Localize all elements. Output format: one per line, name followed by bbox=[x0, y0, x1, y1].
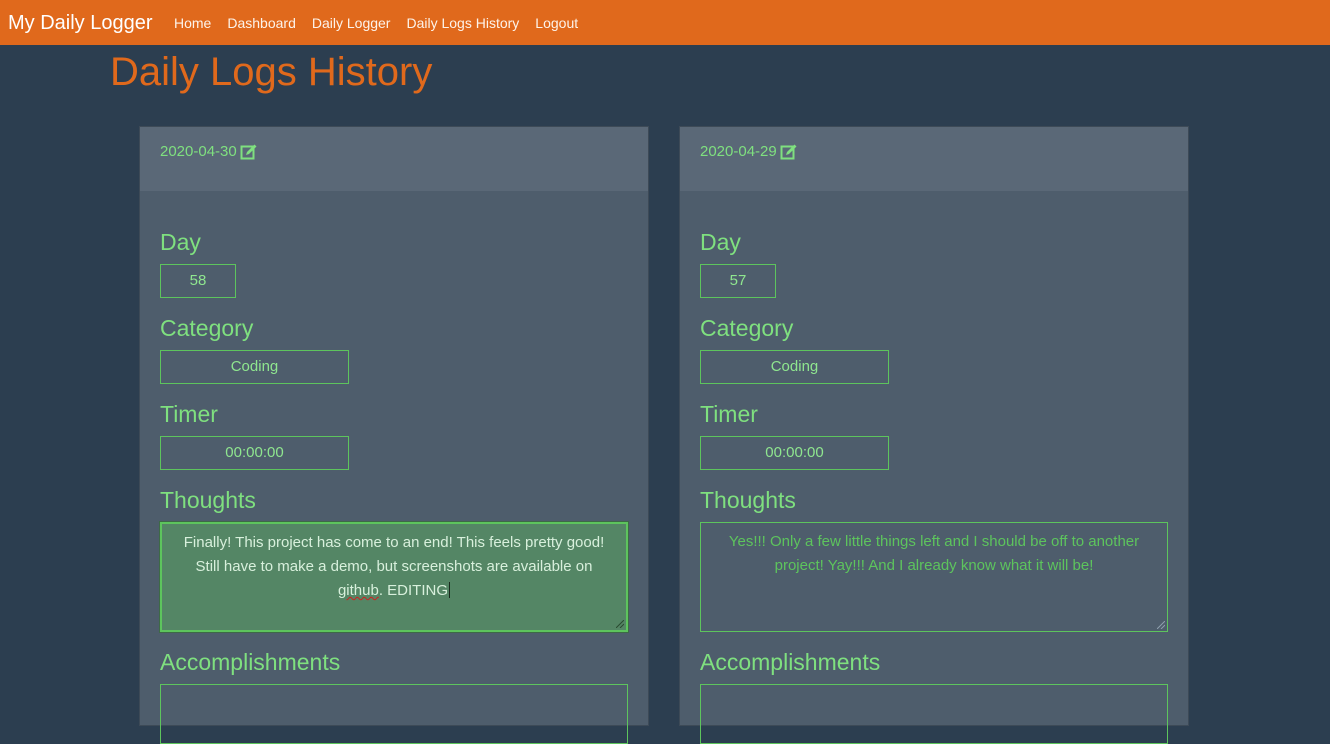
timer-field[interactable]: 00:00:00 bbox=[700, 436, 889, 470]
category-field[interactable]: Coding bbox=[700, 350, 889, 384]
thoughts-textarea[interactable]: Finally! This project has come to an end… bbox=[160, 522, 628, 632]
navbar: My Daily Logger Home Dashboard Daily Log… bbox=[0, 0, 1330, 45]
resize-handle-icon[interactable] bbox=[616, 620, 624, 628]
category-field[interactable]: Coding bbox=[160, 350, 349, 384]
log-card-header: 2020-04-29 bbox=[680, 127, 1188, 191]
category-label: Category bbox=[700, 315, 794, 341]
thoughts-text: Yes!!! Only a few little things left and… bbox=[728, 533, 1140, 574]
day-label: Day bbox=[700, 229, 741, 255]
log-date-text: 2020-04-29 bbox=[700, 143, 777, 160]
log-date: 2020-04-30 bbox=[160, 143, 258, 161]
accomplishments-textarea[interactable] bbox=[700, 684, 1168, 744]
text-caret bbox=[449, 582, 451, 598]
timer-label: Timer bbox=[700, 401, 758, 427]
thoughts-misspelled-word: github bbox=[337, 582, 379, 599]
thoughts-textarea[interactable]: Yes!!! Only a few little things left and… bbox=[700, 522, 1168, 632]
edit-icon[interactable] bbox=[780, 143, 798, 161]
day-field[interactable]: 57 bbox=[700, 264, 776, 298]
nav-link-daily-logs-history[interactable]: Daily Logs History bbox=[406, 14, 519, 32]
log-card: 2020-04-29 Day 57 Category Coding Timer … bbox=[679, 126, 1189, 744]
accomplishments-textarea[interactable] bbox=[160, 684, 628, 744]
nav-link-home[interactable]: Home bbox=[174, 14, 211, 32]
timer-field[interactable]: 00:00:00 bbox=[160, 436, 349, 470]
resize-handle-icon[interactable] bbox=[1157, 621, 1165, 629]
thoughts-tail: . EDITING bbox=[378, 582, 449, 599]
edit-icon[interactable] bbox=[240, 143, 258, 161]
nav-link-dashboard[interactable]: Dashboard bbox=[227, 14, 296, 32]
nav-links: Home Dashboard Daily Logger Daily Logs H… bbox=[174, 14, 578, 32]
day-field[interactable]: 58 bbox=[160, 264, 236, 298]
log-date-text: 2020-04-30 bbox=[160, 143, 237, 160]
log-date: 2020-04-29 bbox=[700, 143, 798, 161]
thoughts-label: Thoughts bbox=[700, 487, 796, 513]
brand-link[interactable]: My Daily Logger bbox=[8, 11, 153, 35]
timer-label: Timer bbox=[160, 401, 218, 427]
thoughts-text: Finally! This project has come to an end… bbox=[183, 534, 605, 575]
log-card: 2020-04-30 Day 58 Category Coding Timer … bbox=[139, 126, 649, 744]
nav-link-logout[interactable]: Logout bbox=[535, 14, 578, 32]
category-label: Category bbox=[160, 315, 254, 341]
thoughts-label: Thoughts bbox=[160, 487, 256, 513]
log-card-header: 2020-04-30 bbox=[140, 127, 648, 191]
day-label: Day bbox=[160, 229, 201, 255]
page-title: Daily Logs History bbox=[110, 50, 433, 94]
accomplishments-label: Accomplishments bbox=[160, 649, 341, 675]
nav-link-daily-logger[interactable]: Daily Logger bbox=[312, 14, 391, 32]
accomplishments-label: Accomplishments bbox=[700, 649, 881, 675]
